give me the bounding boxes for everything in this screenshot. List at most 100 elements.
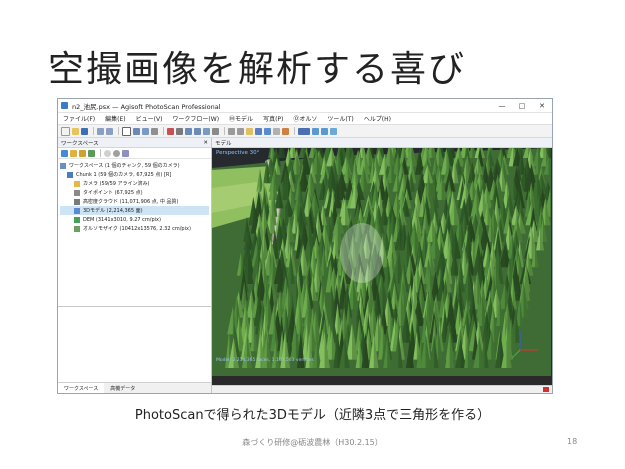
app-icon [61,102,68,109]
model-viewport[interactable]: Perspective 30° Model: 2,214,365 faces, … [212,148,552,385]
property-pane [58,307,211,382]
workspace-panel-title: ワークスペース [61,140,99,147]
model-panel-title: モデル [215,140,232,147]
tree-item[interactable]: カメラ (59/59 アライン済み) [60,179,209,188]
workspace-panel-header: ワークスペース ✕ [58,138,211,148]
viewport-scrollbar[interactable] [212,385,552,393]
toolbar-separator [100,149,101,157]
tree-item[interactable]: タイポイント (67,925 点) [60,188,209,197]
show-trackball-icon[interactable] [330,127,337,135]
tree-item[interactable]: オルソモザイク (10412x13576, 2.32 cm/pix) [60,224,209,233]
close-icon[interactable]: ✕ [203,140,208,146]
tree-item-label: DEM (3141x3010, 9.27 cm/pix) [83,216,161,223]
tab-workspace[interactable]: ワークスペース [58,383,105,393]
scroll-right-icon[interactable] [543,387,549,392]
zoom-in-icon[interactable] [185,127,192,135]
slide-caption: PhotoScanで得られた3Dモデル（近隣3点で三角形を作る） [134,408,491,423]
crop-icon[interactable] [176,127,183,135]
tree-item-label: 高密度クラウド (11,071,906 点, 中 品質) [83,199,179,205]
chunk-icon [67,171,73,178]
tree-item[interactable]: ワークスペース (1 個のチャンク, 59 個のカメラ) [60,161,209,170]
tree-item-label: カメラ (59/59 アライン済み) [83,181,150,187]
tree-item-label: Chunk 1 (59 個のカメラ, 67,925 点) [R] [76,172,172,178]
workspace-panel: ワークスペース ✕ ワークスペース (1 個のチャンク, 59 個のカメラ) Ch… [58,138,212,393]
tree-item-label: ワークスペース (1 個のチャンク, 59 個のカメラ) [69,163,180,169]
toolbar-separator [224,127,225,135]
menu-edit[interactable]: 編集(E) [100,114,130,123]
undo-icon[interactable] [97,127,104,135]
import-icon[interactable] [88,149,95,157]
move-icon[interactable] [142,127,149,135]
workspace-icon [60,162,66,169]
tree-item[interactable]: Chunk 1 (59 個のカメラ, 67,925 点) [R] [60,170,209,179]
tree-item[interactable]: 3Dモデル (2,214,365 面) [60,206,209,215]
delete-icon[interactable] [167,127,174,135]
workspace-toolbar [58,148,211,159]
ruler-icon[interactable] [151,127,158,135]
dense-cloud-icon [74,198,80,205]
forest-3d-model [212,148,551,376]
model-panel-header: モデル [212,138,552,148]
slide-title: 空撮画像を解析する喜び [48,49,467,90]
folder-icon [74,180,80,187]
disable-icon[interactable] [113,149,120,157]
textured-view-icon[interactable] [273,127,280,135]
close-button[interactable]: ✕ [532,102,552,110]
tree-item[interactable]: 高密度クラウド (11,071,906 点, 中 品質) [60,197,209,206]
show-regions-icon[interactable] [321,127,328,135]
save-icon[interactable] [81,127,88,135]
model-stats-label: Model: 2,214,365 faces, 1,107,563 vertic… [216,358,314,363]
cameras-view-icon[interactable] [298,127,310,135]
projection-label: Perspective 30° [216,150,260,156]
dem-view-icon[interactable] [282,127,289,135]
navigate-icon[interactable] [133,127,140,135]
tree-item[interactable]: DEM (3141x3010, 9.27 cm/pix) [60,215,209,224]
show-markers-icon[interactable] [312,127,319,135]
enable-icon[interactable] [122,149,129,157]
open-icon[interactable] [72,127,79,135]
menu-workflow[interactable]: ワークフロー(W) [167,114,224,123]
model-panel: モデル Perspective 30° Model: 2,214,365 fac… [212,138,552,393]
tab-reference[interactable]: 高機データ [104,383,141,393]
reset-view-icon[interactable] [212,127,219,135]
main-content: ワークスペース ✕ ワークスペース (1 個のチャンク, 59 個のカメラ) Ch… [58,138,552,393]
tie-points-view-icon[interactable] [228,127,235,135]
workspace-tree: ワークスペース (1 個のチャンク, 59 個のカメラ) Chunk 1 (59 … [58,159,211,307]
toolbar-separator [163,127,164,135]
menu-ortho[interactable]: Ⓞオルソ [288,114,322,123]
tree-item-label: タイポイント (67,925 点) [83,190,143,196]
tree-item-label: 3Dモデル (2,214,365 面) [83,208,143,214]
toolbar-separator [118,127,119,135]
solid-view-icon[interactable] [255,127,262,135]
menu-help[interactable]: ヘルプ(H) [359,114,396,123]
add-photos-icon[interactable] [70,149,77,157]
toolbar-separator [294,127,295,135]
add-folder-icon[interactable] [79,149,86,157]
new-icon[interactable] [61,126,70,136]
title-bar: n2_池尻.psx — Agisoft PhotoScan Profession… [58,99,552,113]
toolbar-separator [93,127,94,135]
photoscan-window: n2_池尻.psx — Agisoft PhotoScan Profession… [57,98,553,394]
redo-icon[interactable] [106,127,113,135]
wireframe-view-icon[interactable] [264,127,271,135]
dem-icon [74,216,80,223]
model-icon [74,207,80,214]
menu-tools[interactable]: ツール(T) [322,114,358,123]
slide-footer: 森づくり研修@砺波農林（H30.2.15） [242,438,383,447]
rotate-icon[interactable] [203,127,210,135]
main-toolbar [58,125,552,138]
rect-select-icon[interactable] [122,126,131,136]
menu-model[interactable]: Ⓜモデル [224,114,258,123]
left-bottom-tabs: ワークスペース 高機データ [58,382,211,393]
menu-bar: ファイル(F) 編集(E) ビュー(V) ワークフロー(W) Ⓜモデル 写真(P… [58,113,552,125]
add-chunk-icon[interactable] [61,149,68,157]
maximize-button[interactable]: □ [512,102,532,110]
remove-icon[interactable] [104,149,111,157]
shaded-view-icon[interactable] [246,127,253,135]
minimize-button[interactable]: — [492,102,512,110]
menu-view[interactable]: ビュー(V) [131,114,168,123]
dense-cloud-view-icon[interactable] [237,127,244,135]
menu-photo[interactable]: 写真(P) [258,114,288,123]
menu-file[interactable]: ファイル(F) [58,114,100,123]
zoom-out-icon[interactable] [194,127,201,135]
